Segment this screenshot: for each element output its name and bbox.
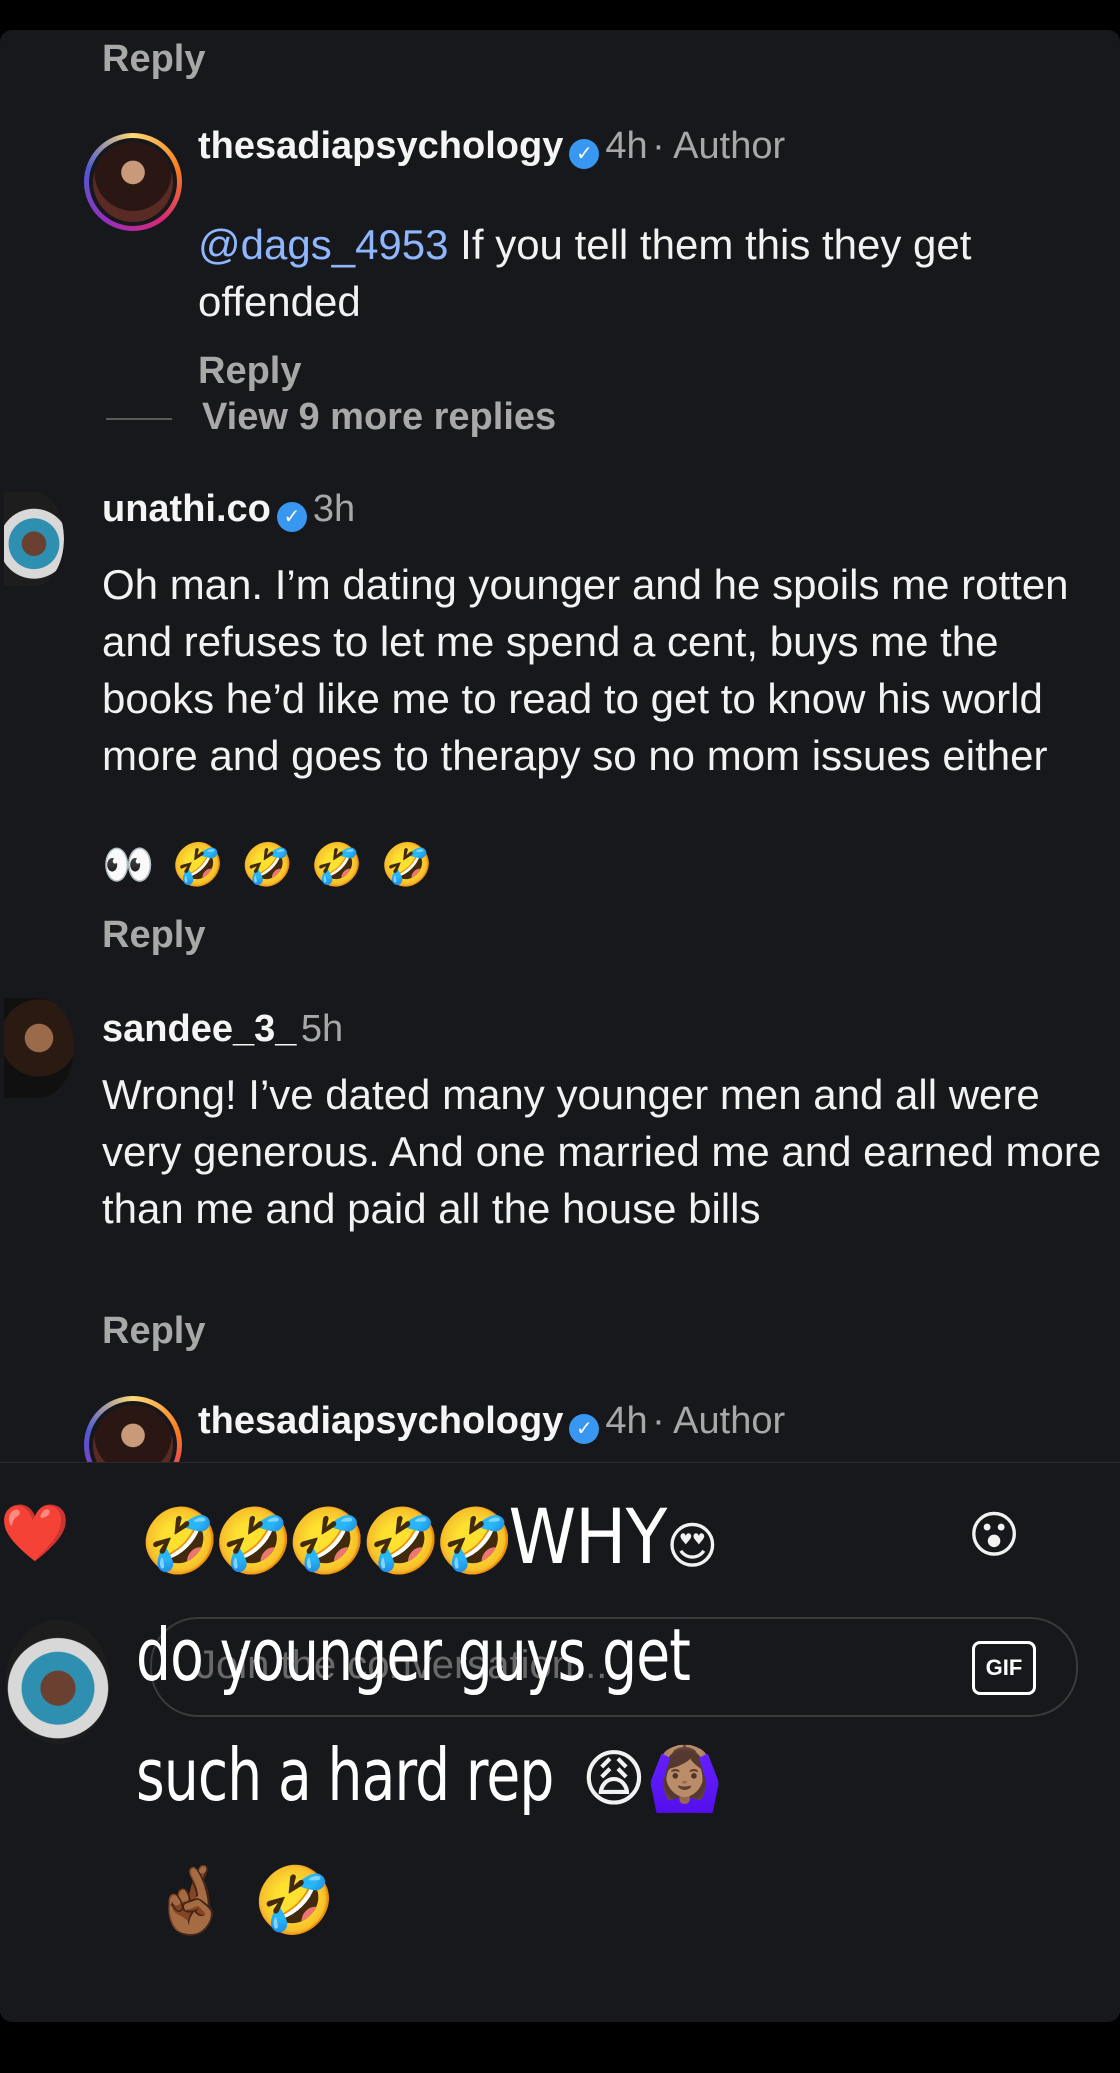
divider-line [106,418,172,420]
username[interactable]: unathi.co [102,488,271,530]
comment-time: 4h [605,125,648,167]
overlay-emoji: 😍 [666,1517,719,1575]
overlay-line-2: do younger guys get [136,1613,691,1697]
avatar[interactable] [4,998,74,1098]
username[interactable]: sandee_3_ [102,1008,296,1050]
comments-screen: Reply thesadiapsychology ✓ 4h · Author @da… [0,30,1120,2022]
avatar-image [4,998,74,1098]
overlay-emojis: 😩🙆🏽‍♀️ [581,1742,724,1815]
comment-text: Oh man. I’m dating younger and he spoils… [102,561,1069,779]
author-tag: · Author [652,1400,786,1442]
reply-button[interactable]: Reply [102,1310,205,1353]
comment-time: 3h [312,488,356,530]
comment-text: Wrong! I’ve dated many younger men and a… [102,1071,1102,1232]
comment-header: unathi.co ✓ 3h [102,488,355,532]
my-avatar [6,1620,110,1744]
avatar-image [93,142,173,222]
author-tag: · Author [652,125,786,167]
verified-badge-icon: ✓ [569,1413,600,1444]
heart-reaction[interactable]: ❤️ [0,1500,70,1566]
overlay-text: such a hard rep [136,1733,554,1817]
overlay-emojis: 🤣🤣🤣🤣🤣 [140,1505,514,1579]
comment-header: sandee_3_ 5h [102,1008,343,1051]
username[interactable]: thesadiapsychology [198,125,563,167]
reply-button[interactable]: Reply [102,914,205,957]
comment-time: 4h [605,1400,648,1442]
comment-header: thesadiapsychology ✓ 4h · Author [198,125,785,169]
username[interactable]: thesadiapsychology [198,1400,563,1442]
avatar-image [4,492,64,586]
overlay-line-3: such a hard rep 😩🙆🏽‍♀️ [136,1730,723,1820]
comment-emojis: 👀 🤣 🤣 🤣 🤣 [102,840,435,889]
overlay-line-4: 🤞🏾 🤣 [150,1862,336,1939]
reply-button[interactable]: Reply [198,350,301,393]
overlay-word: WHY [508,1492,667,1581]
avatar[interactable] [84,133,182,231]
gif-button[interactable]: GIF [972,1641,1036,1695]
mention-link[interactable]: @dags_4953 [198,221,449,268]
avatar-image [6,1620,110,1744]
avatar[interactable] [4,492,64,586]
comment-text: @dags_4953 If you tell them this they ge… [198,216,1078,330]
surprised-reaction[interactable]: 😮 [968,1506,1020,1564]
comment-time: 5h [300,1008,344,1050]
view-more-replies[interactable]: View 9 more replies [202,396,556,439]
verified-badge-icon: ✓ [569,138,600,169]
overlay-line-1: 🤣🤣🤣🤣🤣WHY😍 [140,1492,718,1582]
verified-badge-icon: ✓ [276,501,307,532]
reply-button[interactable]: Reply [102,38,205,81]
comment-header: thesadiapsychology ✓ 4h · Author [198,1400,785,1444]
